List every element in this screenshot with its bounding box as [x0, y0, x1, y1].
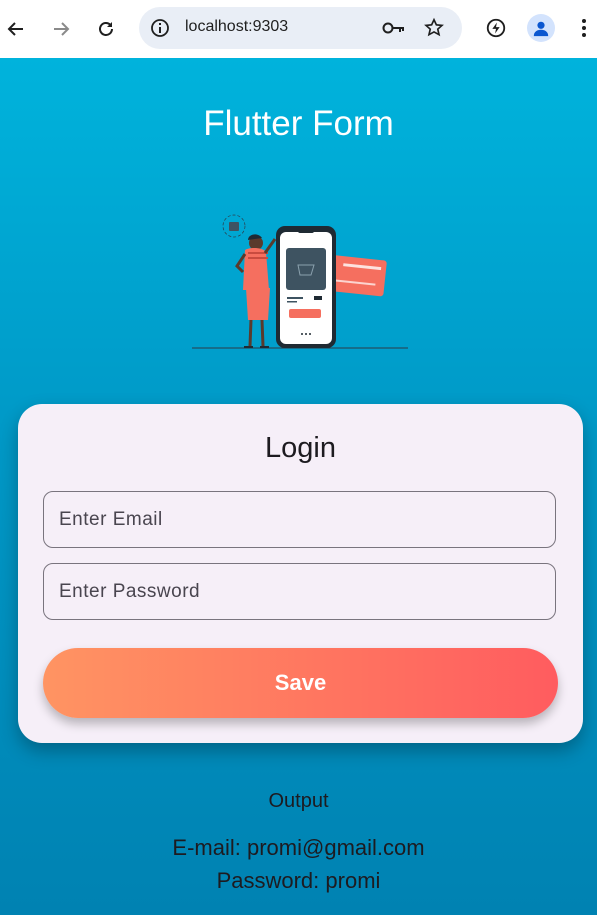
page-title: Flutter Form [203, 104, 394, 143]
site-info-icon[interactable] [149, 17, 171, 39]
forward-icon[interactable] [49, 17, 73, 41]
performance-icon[interactable] [484, 16, 508, 40]
address-bar[interactable]: localhost:9303 [139, 7, 462, 49]
output-password: Password: promi [216, 868, 381, 893]
reload-icon[interactable] [94, 17, 118, 41]
login-title: Login [265, 432, 336, 464]
password-field[interactable] [43, 563, 556, 620]
output-email: E-mail: promi@gmail.com [172, 835, 425, 860]
browser-toolbar: localhost:9303 [0, 0, 597, 58]
url-text: localhost:9303 [185, 18, 289, 35]
email-field[interactable] [43, 491, 556, 548]
app-page: Flutter Form Login Enter Email Save Outp… [0, 58, 597, 915]
output-heading: Output [268, 790, 329, 812]
password-key-icon[interactable] [381, 17, 407, 39]
save-button[interactable]: Save [43, 648, 558, 718]
back-icon[interactable] [4, 17, 28, 41]
bookmark-star-icon[interactable] [422, 16, 446, 40]
menu-kebab-icon[interactable] [576, 16, 592, 40]
profile-avatar-icon[interactable] [527, 14, 555, 42]
shopping-illustration [192, 214, 408, 349]
login-card: Login Save [18, 404, 583, 743]
